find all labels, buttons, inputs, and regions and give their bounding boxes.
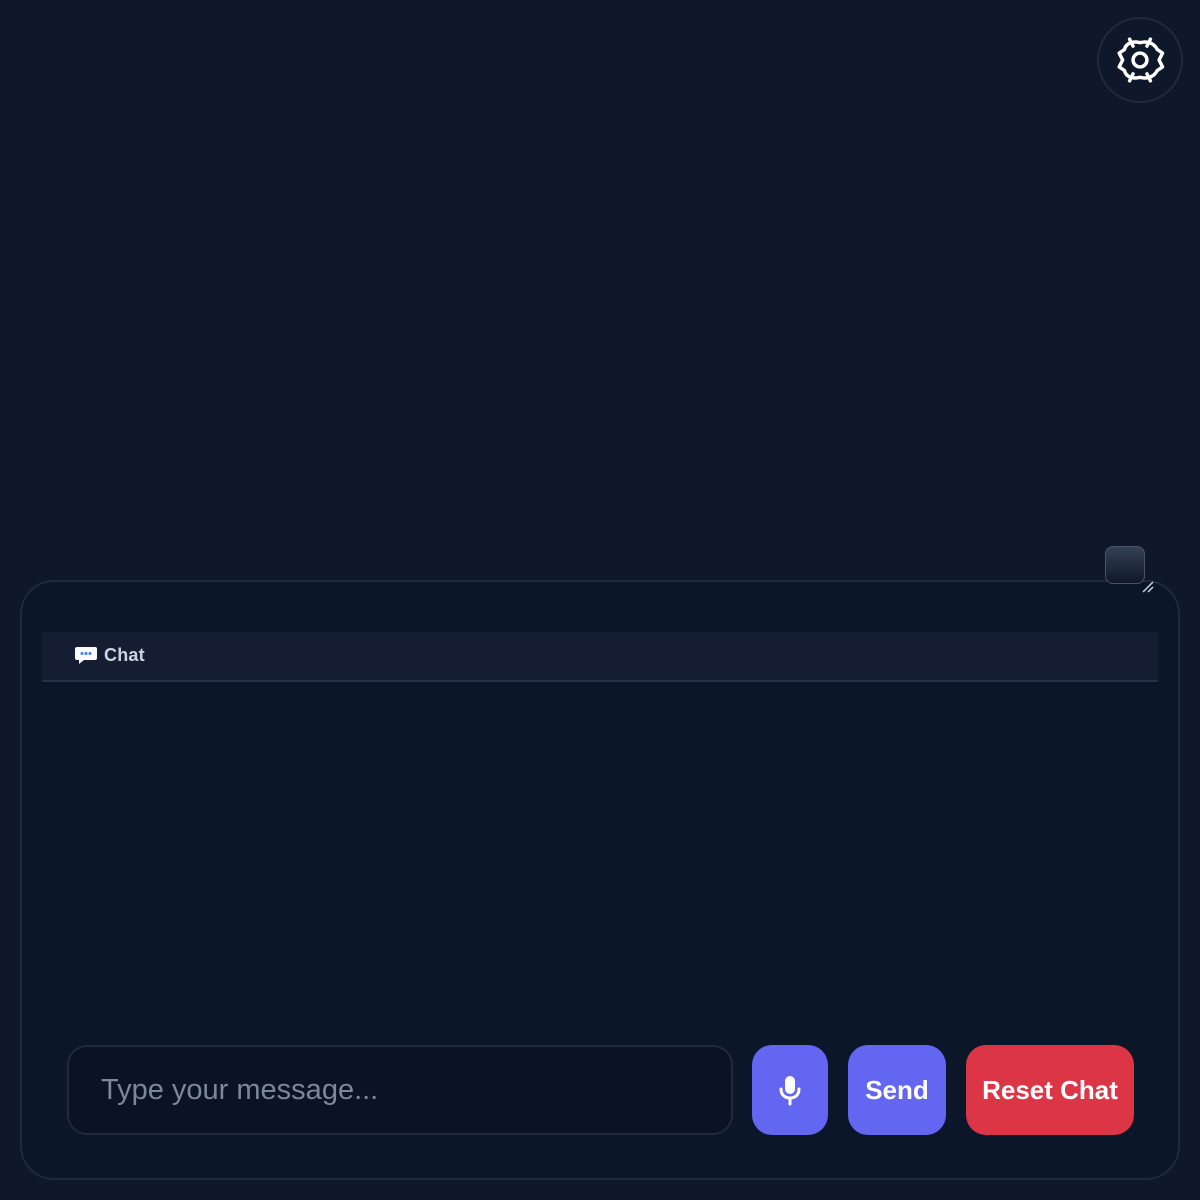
gear-icon xyxy=(1117,37,1165,83)
message-input[interactable] xyxy=(67,1045,733,1135)
speech-bubble-icon xyxy=(75,647,97,664)
chat-title: Chat xyxy=(104,644,145,665)
resize-handle-icon xyxy=(1142,581,1154,593)
microphone-button[interactable] xyxy=(752,1045,828,1135)
chat-header-content: Chat xyxy=(74,644,145,666)
send-button[interactable]: Send xyxy=(848,1045,946,1135)
chat-header: Chat xyxy=(42,632,1158,682)
resize-handle[interactable] xyxy=(1141,580,1155,594)
chat-panel: Chat Send Reset Chat xyxy=(20,580,1180,1180)
app-page: Chat Send Reset Chat xyxy=(0,0,1200,1200)
chat-message-list[interactable] xyxy=(42,682,1158,1022)
floating-overlay-button[interactable] xyxy=(1105,546,1145,584)
settings-button[interactable] xyxy=(1097,17,1183,103)
reset-chat-button[interactable]: Reset Chat xyxy=(966,1045,1134,1135)
microphone-icon xyxy=(779,1076,801,1106)
